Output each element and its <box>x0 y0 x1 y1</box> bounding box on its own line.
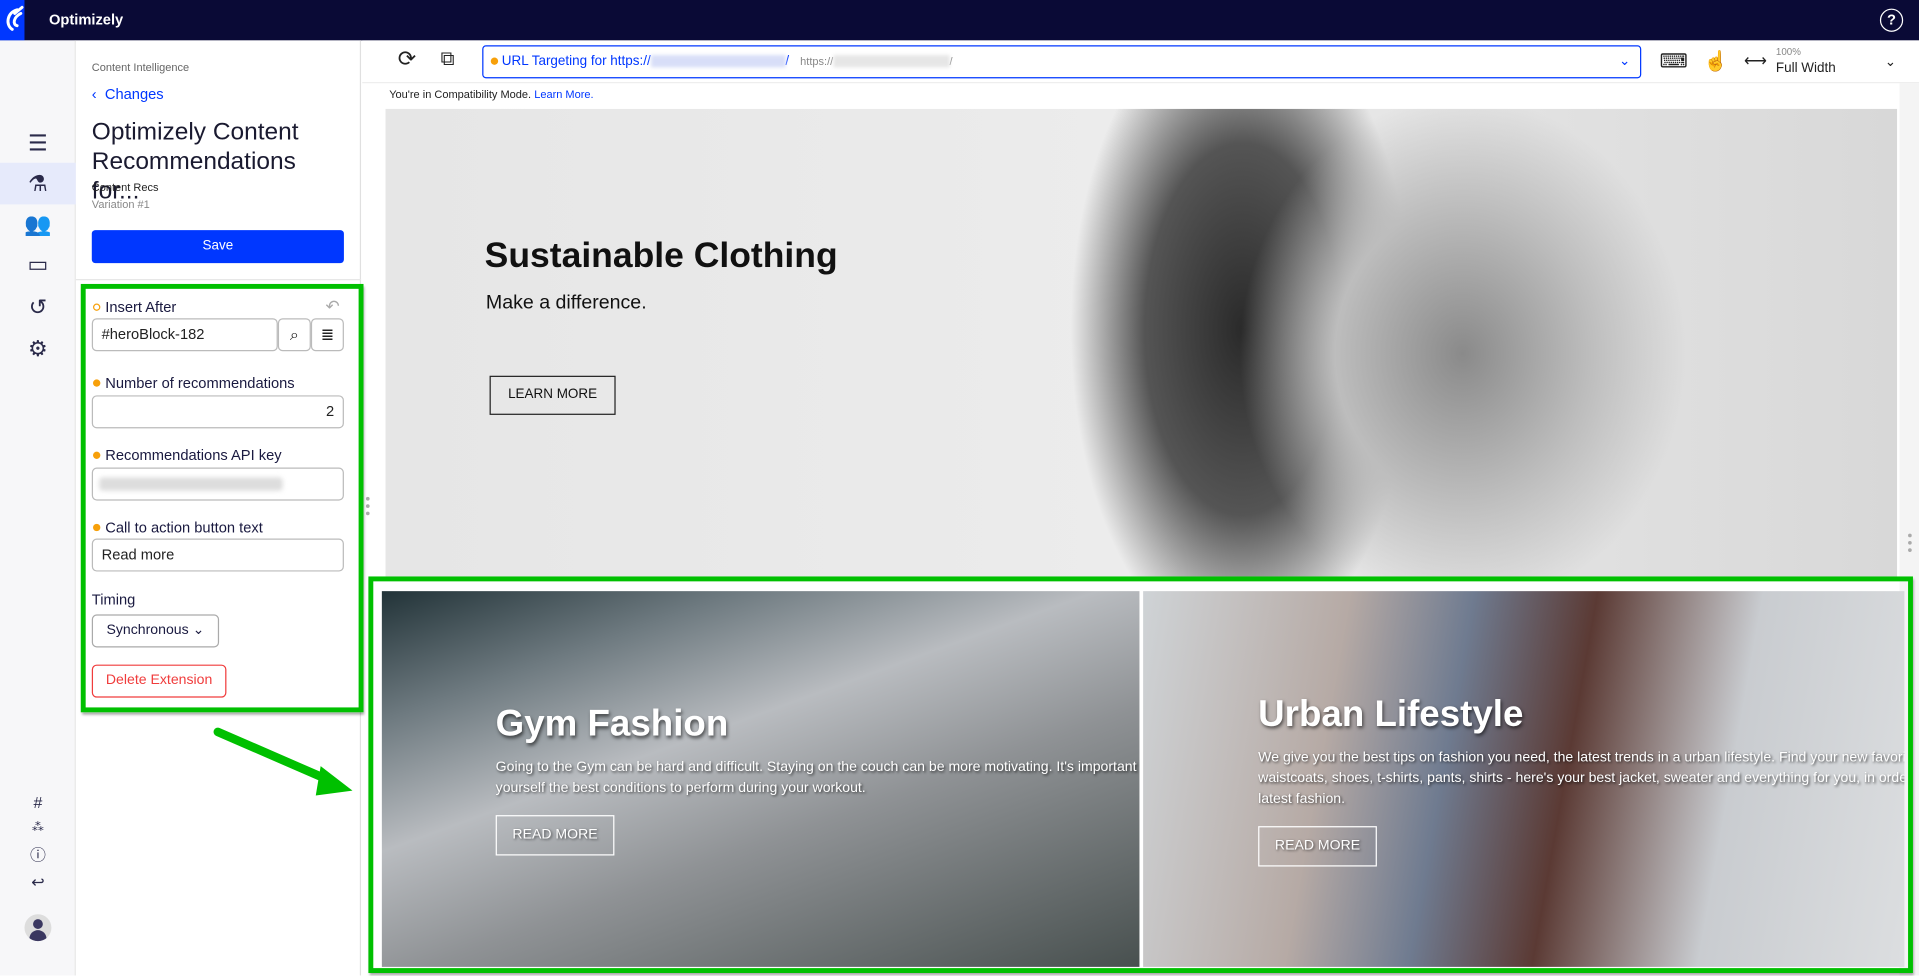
url-secondary: https:// <box>800 55 834 68</box>
resize-handle[interactable] <box>365 511 370 516</box>
avatar[interactable] <box>24 914 52 942</box>
url-suffix: / <box>785 53 790 69</box>
viewport-width-select[interactable]: Full Width <box>1776 61 1836 76</box>
resize-handle[interactable] <box>1908 540 1912 545</box>
url-targeting-select[interactable]: URL Targeting for https:// / https:// / ⌄ <box>482 45 1642 79</box>
num-recs-label: Number of recommendations <box>93 375 295 392</box>
settings-icon[interactable]: ⚙ <box>0 330 76 367</box>
hero-title[interactable]: Sustainable Clothing <box>485 236 838 276</box>
api-key-input[interactable] <box>91 467 344 501</box>
url-suffix: / <box>949 55 953 68</box>
resize-handle[interactable] <box>365 496 370 501</box>
cta-input[interactable]: Read more <box>91 538 344 572</box>
selector-list-icon[interactable]: ≣ <box>310 318 344 352</box>
label-text: Insert After <box>105 298 177 316</box>
experiment-name: Content Recs <box>91 181 159 194</box>
insert-after-input[interactable]: #heroBlock-182 <box>91 318 278 352</box>
timing-select[interactable]: Synchronous ⌄ <box>91 614 220 648</box>
chevron-left-icon: ‹ <box>91 85 105 103</box>
resize-handle[interactable] <box>1908 533 1912 538</box>
recommendation-card[interactable]: Urban Lifestyle We give you the best tip… <box>1143 591 1905 967</box>
read-more-button[interactable]: READ MORE <box>495 815 615 856</box>
compat-notice: You're in Compatibility Mode. Learn More… <box>389 88 593 100</box>
num-recs-input[interactable]: 2 <box>91 395 344 429</box>
card-text: We give you the best tips on fashion you… <box>1258 750 1905 765</box>
resize-handle[interactable] <box>365 504 370 508</box>
api-key-label: Recommendations API key <box>93 447 282 464</box>
card-text: Going to the Gym can be hard and difficu… <box>495 760 1140 775</box>
card-text: latest fashion. <box>1258 791 1346 807</box>
learn-more-link[interactable]: Learn More. <box>534 88 593 100</box>
interactive-mode-icon[interactable]: ☝ <box>1704 49 1728 73</box>
required-dot-icon <box>93 379 101 387</box>
variation-name: Variation #1 <box>91 198 150 211</box>
hash-icon[interactable]: # <box>0 791 76 815</box>
learn-more-button[interactable]: LEARN MORE <box>489 375 616 415</box>
timing-label: Timing <box>91 591 136 609</box>
read-more-button[interactable]: READ MORE <box>1258 826 1377 867</box>
timing-value: Synchronous <box>106 622 189 638</box>
insert-after-label: Insert After <box>93 299 176 316</box>
recommendation-card[interactable]: Gym Fashion Going to the Gym can be hard… <box>381 591 1140 967</box>
delete-extension-button[interactable]: Delete Extension <box>91 664 227 698</box>
search-icon[interactable]: ⌕ <box>277 318 311 352</box>
required-dot-icon <box>93 523 101 532</box>
divider <box>75 279 362 281</box>
screenshot-icon[interactable]: ⧉ <box>441 49 455 71</box>
help-icon[interactable]: ? <box>1879 8 1904 32</box>
history-icon[interactable]: ↺ <box>0 289 76 326</box>
exit-icon[interactable]: ↩ <box>0 870 76 894</box>
refresh-icon[interactable]: ⟳ <box>398 47 416 73</box>
flask-icon[interactable]: ⚗ <box>0 162 76 205</box>
pages-icon[interactable]: ▭ <box>0 246 76 283</box>
undo-icon[interactable]: ↶ <box>326 296 340 317</box>
url-label: URL Targeting for https:// <box>501 53 651 69</box>
chevron-down-icon: ⌄ <box>1618 53 1631 69</box>
label-text: Recommendations API key <box>105 446 282 464</box>
card-text: yourself the best conditions to perform … <box>495 780 866 796</box>
redacted-url <box>833 55 950 68</box>
optimizely-logo-icon[interactable] <box>0 0 25 41</box>
hero-image[interactable] <box>385 108 1898 577</box>
label-text: Call to action button text <box>105 518 263 537</box>
card-title: Urban Lifestyle <box>1258 693 1524 735</box>
graph-icon[interactable]: ⁂ <box>0 816 76 840</box>
card-text: waistcoats, shoes, t-shirts, pants, shir… <box>1258 771 1905 786</box>
breadcrumb: Content Intelligence <box>91 61 190 74</box>
chevron-down-icon[interactable]: ⌄ <box>1885 54 1896 70</box>
audiences-icon[interactable]: 👥 <box>0 206 76 243</box>
icon-rail: ☰ ⚗ 👥 ▭ ↺ ⚙ # ⁂ ⓘ ↩ <box>0 40 76 976</box>
brand-name: Optimizely <box>48 11 124 29</box>
zoom-level: 100% <box>1775 46 1801 58</box>
save-button[interactable]: Save <box>91 230 344 264</box>
status-dot-icon <box>490 57 499 65</box>
card-title: Gym Fashion <box>495 703 729 745</box>
hero-subtitle[interactable]: Make a difference. <box>486 293 647 315</box>
width-icon[interactable]: ⟷ <box>1744 51 1767 71</box>
label-text: Number of recommendations <box>105 374 295 392</box>
resize-handle[interactable] <box>1908 548 1912 552</box>
redacted-value <box>99 477 283 491</box>
back-link-label: Changes <box>104 85 164 103</box>
modified-dot-icon <box>93 303 101 311</box>
top-bar <box>0 0 1919 41</box>
code-editor-icon[interactable]: ⌨ <box>1660 49 1688 73</box>
green-arrow-annotation <box>213 727 353 796</box>
back-link[interactable]: ‹ Changes <box>92 86 164 103</box>
redacted-url <box>650 55 786 68</box>
help-circle-icon[interactable]: ⓘ <box>0 843 76 867</box>
chevron-down-icon: ⌄ <box>192 622 205 638</box>
cta-label: Call to action button text <box>93 519 263 536</box>
required-dot-icon <box>93 451 101 459</box>
compat-text: You're in Compatibility Mode. <box>389 88 532 101</box>
list-icon[interactable]: ☰ <box>0 125 76 162</box>
